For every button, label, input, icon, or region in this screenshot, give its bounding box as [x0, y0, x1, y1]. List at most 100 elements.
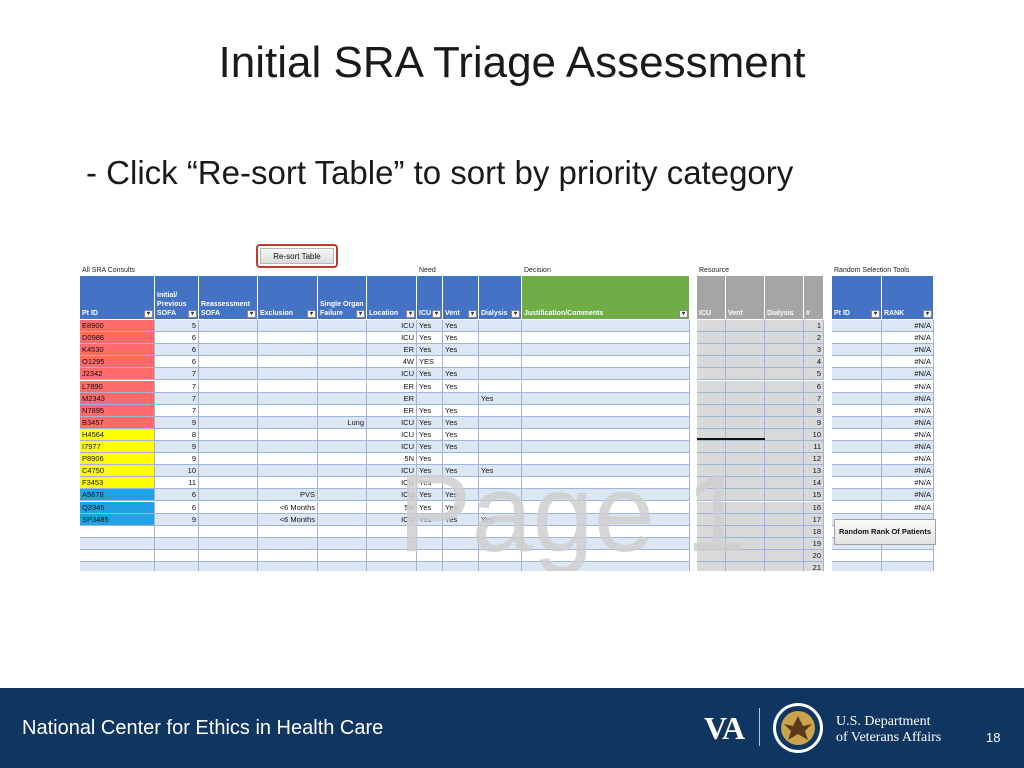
table-cell-vent[interactable]: Yes — [443, 404, 479, 417]
table-cell-reassessment-sofa[interactable] — [199, 465, 258, 478]
table-cell-rank[interactable]: #N/A — [882, 356, 934, 369]
table-cell-num[interactable]: 21 — [804, 562, 824, 571]
table-cell-res-dialysis[interactable] — [765, 441, 804, 454]
table-cell-pt-id[interactable]: A5678 — [80, 489, 155, 502]
table-cell-pt-id[interactable]: I7977 — [80, 441, 155, 454]
table-cell-exclusion[interactable] — [258, 380, 318, 393]
table-cell-vent[interactable]: Yes — [443, 344, 479, 357]
table-cell-res-dialysis[interactable] — [765, 368, 804, 381]
table-cell-initial-sofa[interactable]: 9 — [155, 513, 199, 526]
table-cell-rank[interactable]: #N/A — [882, 416, 934, 429]
table-cell-exclusion[interactable]: <6 Months — [258, 513, 318, 526]
table-cell-initial-sofa[interactable]: 6 — [155, 489, 199, 502]
table-cell-vent[interactable]: Yes — [443, 332, 479, 345]
table-cell-res-dialysis[interactable] — [765, 392, 804, 405]
table-cell-res-dialysis[interactable] — [765, 404, 804, 417]
table-cell-icu[interactable]: Yes — [417, 332, 443, 345]
table-cell-exclusion[interactable] — [258, 537, 318, 550]
resort-table-button[interactable]: Re-sort Table — [256, 244, 338, 268]
table-cell-icu[interactable]: YES — [417, 356, 443, 369]
table-cell-pt-id[interactable]: L7890 — [80, 380, 155, 393]
table-cell-res-icu[interactable] — [697, 332, 726, 345]
filter-dropdown-icon[interactable]: ▾ — [432, 310, 441, 318]
table-cell-exclusion[interactable] — [258, 453, 318, 466]
table-cell-rank[interactable]: #N/A — [882, 380, 934, 393]
table-cell-icu[interactable]: Yes — [417, 368, 443, 381]
table-cell-initial-sofa[interactable]: 5 — [155, 320, 199, 333]
table-cell-single-organ[interactable] — [318, 465, 367, 478]
table-cell-single-organ[interactable] — [318, 380, 367, 393]
table-cell-num[interactable]: 16 — [804, 501, 824, 514]
table-cell-num[interactable]: 13 — [804, 465, 824, 478]
table-cell-res-dialysis[interactable] — [765, 465, 804, 478]
table-cell-res-icu[interactable] — [697, 356, 726, 369]
table-cell-dialysis[interactable] — [479, 356, 522, 369]
table-cell-reassessment-sofa[interactable] — [199, 501, 258, 514]
table-cell-pt-id[interactable]: O1295 — [80, 356, 155, 369]
table-cell-single-organ[interactable] — [318, 501, 367, 514]
table-cell-num[interactable]: 6 — [804, 380, 824, 393]
table-cell-pt-id[interactable] — [80, 537, 155, 550]
table-cell-num[interactable]: 20 — [804, 549, 824, 562]
table-cell-num[interactable]: 14 — [804, 477, 824, 490]
table-cell-exclusion[interactable] — [258, 525, 318, 538]
table-cell-single-organ[interactable] — [318, 549, 367, 562]
table-cell-justification[interactable] — [522, 416, 690, 429]
table-cell-single-organ[interactable]: Lung — [318, 416, 367, 429]
filter-dropdown-icon[interactable]: ▾ — [511, 310, 520, 318]
table-cell-rand-pt-id[interactable] — [832, 549, 882, 562]
table-cell-justification[interactable] — [522, 428, 690, 441]
table-cell-res-dialysis[interactable] — [765, 501, 804, 514]
table-cell-vent[interactable]: Yes — [443, 428, 479, 441]
table-cell-rank[interactable]: #N/A — [882, 489, 934, 502]
table-cell-initial-sofa[interactable] — [155, 537, 199, 550]
table-cell-pt-id[interactable] — [80, 525, 155, 538]
table-cell-res-vent[interactable] — [726, 332, 765, 345]
table-cell-res-icu[interactable] — [697, 368, 726, 381]
table-cell-single-organ[interactable] — [318, 368, 367, 381]
table-cell-location[interactable]: ICU — [367, 332, 417, 345]
table-cell-rank[interactable]: #N/A — [882, 392, 934, 405]
table-cell-rand-pt-id[interactable] — [832, 332, 882, 345]
table-cell-location[interactable]: ER — [367, 344, 417, 357]
table-cell-res-vent[interactable] — [726, 344, 765, 357]
table-cell-single-organ[interactable] — [318, 344, 367, 357]
filter-dropdown-icon[interactable]: ▾ — [356, 310, 365, 318]
filter-dropdown-icon[interactable]: ▾ — [144, 310, 153, 318]
table-cell-res-vent[interactable] — [726, 404, 765, 417]
table-cell-res-dialysis[interactable] — [765, 416, 804, 429]
table-cell-justification[interactable] — [522, 380, 690, 393]
table-cell-rand-pt-id[interactable] — [832, 501, 882, 514]
table-cell-num[interactable]: 19 — [804, 537, 824, 550]
table-cell-single-organ[interactable] — [318, 453, 367, 466]
table-cell-reassessment-sofa[interactable] — [199, 513, 258, 526]
table-cell-res-dialysis[interactable] — [765, 380, 804, 393]
table-cell-dialysis[interactable] — [479, 344, 522, 357]
table-cell-justification[interactable] — [522, 332, 690, 345]
table-cell-pt-id[interactable]: J2342 — [80, 368, 155, 381]
table-cell-location[interactable]: ICU — [367, 428, 417, 441]
table-cell-exclusion[interactable]: <6 Months — [258, 501, 318, 514]
table-cell-dialysis[interactable] — [479, 404, 522, 417]
table-cell-pt-id[interactable]: B3457 — [80, 416, 155, 429]
table-cell-exclusion[interactable] — [258, 465, 318, 478]
table-cell-num[interactable]: 12 — [804, 453, 824, 466]
table-cell-single-organ[interactable] — [318, 332, 367, 345]
table-cell-reassessment-sofa[interactable] — [199, 549, 258, 562]
table-cell-rand-pt-id[interactable] — [832, 489, 882, 502]
table-cell-location[interactable]: ER — [367, 392, 417, 405]
table-cell-initial-sofa[interactable]: 6 — [155, 356, 199, 369]
table-cell-single-organ[interactable] — [318, 477, 367, 490]
table-cell-single-organ[interactable] — [318, 356, 367, 369]
table-cell-exclusion[interactable] — [258, 428, 318, 441]
table-cell-dialysis[interactable] — [479, 380, 522, 393]
filter-dropdown-icon[interactable]: ▾ — [188, 310, 197, 318]
filter-dropdown-icon[interactable]: ▾ — [247, 310, 256, 318]
table-cell-res-icu[interactable] — [697, 416, 726, 429]
table-cell-location[interactable]: 4W — [367, 356, 417, 369]
table-cell-rank[interactable]: #N/A — [882, 320, 934, 333]
table-cell-initial-sofa[interactable]: 7 — [155, 368, 199, 381]
table-cell-pt-id[interactable] — [80, 562, 155, 571]
table-cell-single-organ[interactable] — [318, 513, 367, 526]
table-cell-icu[interactable]: Yes — [417, 380, 443, 393]
